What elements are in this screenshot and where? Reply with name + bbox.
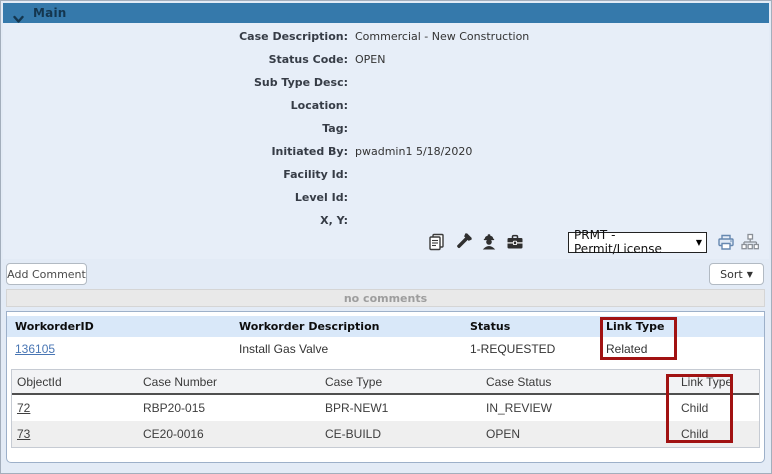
field-label: X, Y: <box>3 214 348 227</box>
case-table-row: 72 RBP20-015 BPR-NEW1 IN_REVIEW Child <box>12 395 759 421</box>
toolbox-icon[interactable] <box>506 233 524 251</box>
sitemap-icon[interactable] <box>741 233 759 251</box>
add-comment-label: Add Comment <box>7 268 86 281</box>
column-header-objectid: ObjectId <box>17 375 143 389</box>
field-value: OPEN <box>355 53 385 66</box>
comments-empty-text: no comments <box>344 292 427 305</box>
column-header-workorderid: WorkorderID <box>15 320 239 333</box>
pipe-wrench-icon[interactable] <box>454 233 472 251</box>
main-window: Main Case Description: Commercial - New … <box>0 0 772 474</box>
linked-records-panel: WorkorderID Workorder Description Status… <box>6 311 765 463</box>
object-id-link[interactable]: 73 <box>17 427 30 441</box>
comments-empty-bar: no comments <box>6 289 765 307</box>
field-label: Status Code: <box>3 53 348 66</box>
form-row-level-id: Level Id: <box>3 186 769 209</box>
workorder-description-cell: Install Gas Valve <box>239 342 470 356</box>
case-number-cell: CE20-0016 <box>143 427 325 441</box>
sort-label: Sort <box>720 268 743 281</box>
field-value: pwadmin1 5/18/2020 <box>355 145 472 158</box>
chevron-down-icon[interactable] <box>13 9 24 18</box>
workorder-link-type-cell: Related <box>606 342 764 356</box>
column-header-case-number: Case Number <box>143 375 325 389</box>
field-label: Tag: <box>3 122 348 135</box>
permit-module-select-value: PRMT - Permit/License <box>574 228 692 256</box>
field-value: Commercial - New Construction <box>355 30 529 43</box>
cases-table-header: ObjectId Case Number Case Type Case Stat… <box>12 370 759 395</box>
case-type-cell: CE-BUILD <box>325 427 486 441</box>
construction-worker-icon[interactable] <box>480 233 498 251</box>
form-row-facility-id: Facility Id: <box>3 163 769 186</box>
case-details-form: Case Description: Commercial - New Const… <box>3 23 769 259</box>
field-label: Level Id: <box>3 191 348 204</box>
field-label: Facility Id: <box>3 168 348 181</box>
field-label: Location: <box>3 99 348 112</box>
field-label: Sub Type Desc: <box>3 76 348 89</box>
workorder-status-cell: 1-REQUESTED <box>470 342 606 356</box>
case-type-cell: BPR-NEW1 <box>325 401 486 415</box>
column-header-case-type: Case Type <box>325 375 486 389</box>
case-number-cell: RBP20-015 <box>143 401 325 415</box>
sort-arrow-icon: ▼ <box>747 270 753 279</box>
printer-icon[interactable] <box>717 233 735 251</box>
toolbar: PRMT - Permit/License ▼ <box>428 229 765 255</box>
dropdown-arrow-icon: ▼ <box>696 238 702 247</box>
main-section-header: Main <box>3 3 769 23</box>
field-label: Initiated By: <box>3 145 348 158</box>
form-row-sub-type-desc: Sub Type Desc: <box>3 71 769 94</box>
permit-module-select[interactable]: PRMT - Permit/License ▼ <box>568 232 707 253</box>
form-row-initiated-by: Initiated By: pwadmin1 5/18/2020 <box>3 140 769 163</box>
column-header-case-link-type: Link Type <box>681 375 759 389</box>
column-header-status: Status <box>470 320 606 333</box>
case-link-type-cell: Child <box>681 427 759 441</box>
field-label: Case Description: <box>3 30 348 43</box>
sort-button[interactable]: Sort ▼ <box>709 263 764 285</box>
form-row-tag: Tag: <box>3 117 769 140</box>
copy-document-icon[interactable] <box>428 233 446 251</box>
case-table-row: 73 CE20-0016 CE-BUILD OPEN Child <box>12 421 759 447</box>
workorder-table-row: 136105 Install Gas Valve 1-REQUESTED Rel… <box>7 337 764 360</box>
section-title: Main <box>33 6 67 20</box>
workorder-id-link[interactable]: 136105 <box>15 342 55 356</box>
workorders-table-header: WorkorderID Workorder Description Status… <box>7 316 764 337</box>
case-status-cell: IN_REVIEW <box>486 401 681 415</box>
column-header-link-type: Link Type <box>606 320 764 333</box>
form-row-case-description: Case Description: Commercial - New Const… <box>3 25 769 48</box>
column-header-workorder-description: Workorder Description <box>239 320 470 333</box>
add-comment-button[interactable]: Add Comment <box>6 263 87 285</box>
toolbar-right-icons <box>717 233 765 251</box>
case-status-cell: OPEN <box>486 427 681 441</box>
column-header-case-status: Case Status <box>486 375 681 389</box>
form-row-status-code: Status Code: OPEN <box>3 48 769 71</box>
case-link-type-cell: Child <box>681 401 759 415</box>
object-id-link[interactable]: 72 <box>17 401 30 415</box>
cases-table: ObjectId Case Number Case Type Case Stat… <box>11 369 760 448</box>
form-row-location: Location: <box>3 94 769 117</box>
